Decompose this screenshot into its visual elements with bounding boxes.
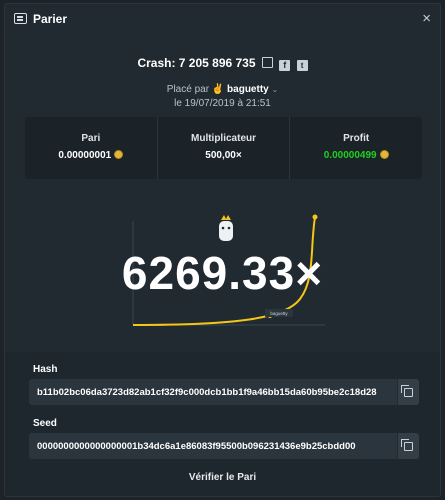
username-link[interactable]: baguetty xyxy=(227,84,269,95)
crash-id: Crash: 7 205 896 735 f t xyxy=(5,56,440,71)
stats-panel: Pari 0.00000001 Multiplicateur 500,00× P… xyxy=(25,117,422,179)
stat-label: Multiplicateur xyxy=(191,133,257,144)
stat-multiplicateur: Multiplicateur 500,00× xyxy=(156,117,290,179)
copy-seed-button[interactable] xyxy=(397,433,419,459)
curve-end-point xyxy=(312,214,318,220)
coin-icon xyxy=(114,150,124,159)
player-point-label: baguetty xyxy=(270,311,288,316)
close-icon[interactable]: × xyxy=(422,10,431,27)
hash-field[interactable]: b11b02bc06da3723d82ab1cf32f9c000dcb1bb1f… xyxy=(29,379,419,405)
stat-label: Profit xyxy=(343,133,370,144)
stat-label: Pari xyxy=(81,133,101,144)
copy-hash-button[interactable] xyxy=(397,379,419,405)
stat-value: 0.00000001 xyxy=(25,150,157,161)
stat-value: 500,00× xyxy=(205,150,242,161)
copy-icon xyxy=(401,438,413,451)
seed-label: Seed xyxy=(33,418,57,429)
hand-emoji-icon: ✌ xyxy=(211,84,225,95)
coin-icon xyxy=(379,150,389,159)
stat-value: 0.00000499 xyxy=(290,150,422,161)
facebook-icon[interactable]: f xyxy=(279,60,291,71)
placed-prefix: Placé par xyxy=(166,84,210,95)
modal-title: Parier xyxy=(33,12,68,26)
stat-profit: Profit 0.00000499 xyxy=(289,117,422,179)
final-multiplier: 6269.33× xyxy=(121,247,324,299)
seed-field[interactable]: 0000000000000000001b34dc6a1e86083f95500b… xyxy=(29,433,419,459)
stat-pari: Pari 0.00000001 xyxy=(25,117,157,179)
chevron-down-icon[interactable]: ⌄ xyxy=(272,85,279,94)
bet-date: le 19/07/2019 à 21:51 xyxy=(174,98,271,109)
bet-modal: Parier × Crash: 7 205 896 735 f t Placé … xyxy=(4,3,441,497)
hash-label: Hash xyxy=(33,364,58,375)
verify-bet-link[interactable]: Vérifier le Pari xyxy=(5,472,440,483)
copy-icon[interactable] xyxy=(261,57,273,68)
placed-by: Placé par ✌ baguetty ⌄ xyxy=(5,84,440,95)
copy-icon xyxy=(401,384,413,397)
mascot-icon xyxy=(219,215,233,241)
twitter-icon[interactable]: t xyxy=(296,60,308,71)
bet-icon xyxy=(14,13,27,24)
seed-value[interactable]: 0000000000000000001b34dc6a1e86083f95500b… xyxy=(29,441,397,452)
modal-header: Parier × xyxy=(5,4,440,34)
crash-label: Crash: 7 205 896 735 xyxy=(137,56,256,70)
hash-value[interactable]: b11b02bc06da3723d82ab1cf32f9c000dcb1bb1f… xyxy=(29,387,397,398)
